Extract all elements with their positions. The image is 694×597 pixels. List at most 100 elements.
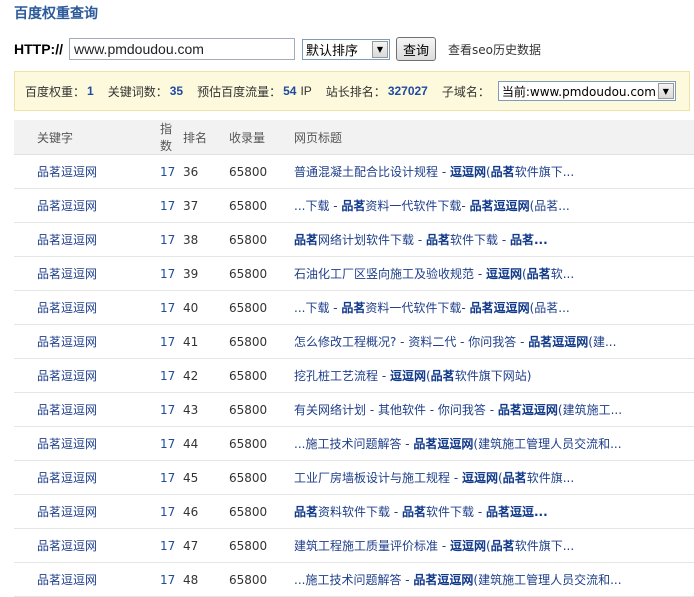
title-text: 软件下载 - <box>450 233 510 247</box>
seo-history-link[interactable]: 查看seo历史数据 <box>448 41 541 58</box>
table-row: 品茗逗逗网 17 36 65800 普通混凝土配合比设计规程 - 逗逗网(品茗软件旗下.… <box>14 154 694 189</box>
page-title-link[interactable]: 建筑工程施工质量评价标准 - 逗逗网(品茗软件旗下... <box>294 528 694 563</box>
highlight-keyword: 品茗逗逗网 <box>469 301 530 315</box>
highlight-keyword: 品茗 <box>490 165 515 179</box>
table-row: 品茗逗逗网 17 48 65800 ...施工技术问题解答 - 品茗逗逗网(建筑施工管理… <box>14 562 694 597</box>
highlight-keyword: 品茗 <box>425 233 450 247</box>
table-row: 品茗逗逗网 17 37 65800 ...下载 - 品茗资料一代软件下载- 品茗逗逗网(… <box>14 188 694 223</box>
rank-cell: 48 <box>183 562 229 597</box>
keyword-link[interactable]: 品茗逗逗网 <box>14 528 136 563</box>
title-text: 软件旗下网站) <box>454 369 532 383</box>
table-row: 品茗逗逗网 17 38 65800 品茗网络计划软件下载 - 品茗软件下载 - 品茗..… <box>14 222 694 257</box>
header-rank[interactable]: 排名 <box>183 120 229 155</box>
title-text: 资料一代软件下载- <box>365 199 470 213</box>
rank-value: 327027 <box>387 84 428 98</box>
traffic-label: 预估百度流量： <box>197 84 282 99</box>
index-link[interactable]: 17 <box>136 290 183 325</box>
page-title-link[interactable]: 石油化工厂区竖向施工及验收规范 - 逗逗网(品茗软... <box>294 256 694 291</box>
sort-select[interactable]: 默认排序 ▼ <box>302 38 390 60</box>
index-link[interactable]: 17 <box>136 528 183 563</box>
title-text: 工业厂房墙板设计与施工规程 - <box>294 471 462 485</box>
highlight-keyword: 品茗逗逗... <box>485 505 548 519</box>
table-row: 品茗逗逗网 17 46 65800 品茗资料软件下载 - 品茗软件下载 - 品茗逗逗..… <box>14 494 694 529</box>
title-text: 软... <box>550 267 575 281</box>
page-title-link[interactable]: 普通混凝土配合比设计规程 - 逗逗网(品茗软件旗下... <box>294 154 694 189</box>
weight-label: 百度权重： <box>25 84 86 99</box>
summary-bar: 百度权重： 1 关键词数： 35 预估百度流量： 54 IP 站长排名： 327… <box>14 71 690 111</box>
table-row: 品茗逗逗网 17 47 65800 建筑工程施工质量评价标准 - 逗逗网(品茗软件旗下.… <box>14 528 694 563</box>
index-link[interactable]: 17 <box>136 426 183 461</box>
highlight-keyword: 品茗 <box>294 505 319 519</box>
highlight-keyword: 品茗 <box>341 199 366 213</box>
page-title-link[interactable]: 工业厂房墙板设计与施工规程 - 逗逗网(品茗软件旗... <box>294 460 694 495</box>
indexed-count-cell: 65800 <box>229 460 294 495</box>
indexed-count-cell: 65800 <box>229 290 294 325</box>
rank-cell: 39 <box>183 256 229 291</box>
keyword-link[interactable]: 品茗逗逗网 <box>14 426 136 461</box>
index-link[interactable]: 17 <box>136 188 183 223</box>
page-title-link[interactable]: ...施工技术问题解答 - 品茗逗逗网(建筑施工管理人员交流和... <box>294 426 694 461</box>
header-index[interactable]: 指数 <box>136 120 183 155</box>
title-text: 怎么修改工程概况? - 资料二代 - 你问我答 - <box>294 335 529 349</box>
highlight-keyword: 品茗 <box>502 471 527 485</box>
page-title-link[interactable]: ...下载 - 品茗资料一代软件下载- 品茗逗逗网(品茗... <box>294 188 694 223</box>
header-keyword[interactable]: 关键字 <box>14 120 136 155</box>
title-text: ...下载 - <box>294 199 342 213</box>
keyword-link[interactable]: 品茗逗逗网 <box>14 460 136 495</box>
index-link[interactable]: 17 <box>136 256 183 291</box>
indexed-count-cell: 65800 <box>229 188 294 223</box>
title-text: (建筑施工管理人员交流和... <box>473 437 622 451</box>
keyword-link[interactable]: 品茗逗逗网 <box>14 222 136 257</box>
table-row: 品茗逗逗网 17 45 65800 工业厂房墙板设计与施工规程 - 逗逗网(品茗软件旗.… <box>14 460 694 495</box>
url-input[interactable] <box>69 38 295 60</box>
page-title-link[interactable]: 品茗网络计划软件下载 - 品茗软件下载 - 品茗... <box>294 222 694 257</box>
index-link[interactable]: 17 <box>136 324 183 359</box>
keyword-link[interactable]: 品茗逗逗网 <box>14 290 136 325</box>
chevron-down-icon[interactable]: ▼ <box>372 40 388 58</box>
index-link[interactable]: 17 <box>136 392 183 427</box>
highlight-keyword: 品茗 <box>401 505 426 519</box>
subdomain-select[interactable]: 当前:www.pmdoudou.com ▼ <box>497 81 676 101</box>
page-title-link[interactable]: ...施工技术问题解答 - 品茗逗逗网(建筑施工管理人员交流和... <box>294 562 694 597</box>
keyword-link[interactable]: 品茗逗逗网 <box>14 494 136 529</box>
keyword-link[interactable]: 品茗逗逗网 <box>14 358 136 393</box>
traffic-value: 54 <box>283 84 297 98</box>
title-text: 软件旗下... <box>514 539 575 553</box>
index-link[interactable]: 17 <box>136 154 183 189</box>
query-button[interactable]: 查询 <box>396 37 437 61</box>
page-title-link[interactable]: 挖孔桩工艺流程 - 逗逗网(品茗软件旗下网站) <box>294 358 694 393</box>
index-link[interactable]: 17 <box>136 460 183 495</box>
indexed-count-cell: 65800 <box>229 154 294 189</box>
rank-cell: 45 <box>183 460 229 495</box>
page-title-link[interactable]: 有关网络计划 - 其他软件 - 你问我答 - 品茗逗逗网(建筑施工... <box>294 392 694 427</box>
rank-label: 站长排名： <box>325 84 386 99</box>
title-text: 普通混凝土配合比设计规程 - <box>294 165 450 179</box>
title-text: ...下载 - <box>294 301 342 315</box>
table-row: 品茗逗逗网 17 41 65800 怎么修改工程概况? - 资料二代 - 你问我答 - … <box>14 324 694 359</box>
rank-cell: 42 <box>183 358 229 393</box>
page-title-link[interactable]: ...下载 - 品茗资料一代软件下载- 品茗逗逗网(品茗... <box>294 290 694 325</box>
highlight-keyword: 品茗逗逗网 <box>413 573 474 587</box>
page-title-link[interactable]: 怎么修改工程概况? - 资料二代 - 你问我答 - 品茗逗逗网(建... <box>294 324 694 359</box>
index-link[interactable]: 17 <box>136 494 183 529</box>
index-link[interactable]: 17 <box>136 358 183 393</box>
index-link[interactable]: 17 <box>136 222 183 257</box>
table-row: 品茗逗逗网 17 39 65800 石油化工厂区竖向施工及验收规范 - 逗逗网(品茗软.… <box>14 256 694 291</box>
keyword-link[interactable]: 品茗逗逗网 <box>14 392 136 427</box>
chevron-down-icon[interactable]: ▼ <box>657 83 674 99</box>
keyword-link[interactable]: 品茗逗逗网 <box>14 154 136 189</box>
index-link[interactable]: 17 <box>136 562 183 597</box>
url-prefix-label: HTTP:// <box>14 41 63 57</box>
header-indexed[interactable]: 收录量 <box>229 120 294 155</box>
rank-cell: 41 <box>183 324 229 359</box>
highlight-keyword: 品茗逗逗网 <box>497 403 558 417</box>
keyword-link[interactable]: 品茗逗逗网 <box>14 562 136 597</box>
highlight-keyword: 品茗... <box>509 233 548 247</box>
title-text: ...施工技术问题解答 - <box>294 437 414 451</box>
title-text: 建筑工程施工质量评价标准 - <box>294 539 450 553</box>
keyword-link[interactable]: 品茗逗逗网 <box>14 256 136 291</box>
keyword-link[interactable]: 品茗逗逗网 <box>14 324 136 359</box>
page-title-link[interactable]: 品茗资料软件下载 - 品茗软件下载 - 品茗逗逗... <box>294 494 694 529</box>
keyword-link[interactable]: 品茗逗逗网 <box>14 188 136 223</box>
title-text: (建... <box>588 335 617 349</box>
